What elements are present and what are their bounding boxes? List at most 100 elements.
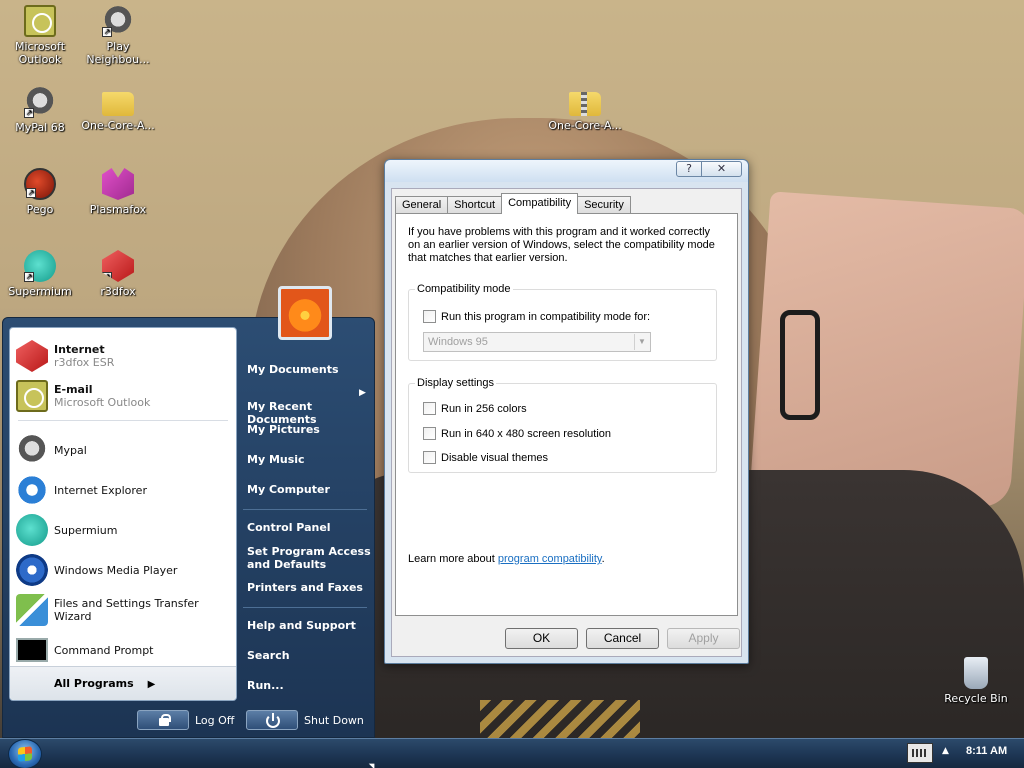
- checkbox[interactable]: [423, 402, 436, 415]
- link-search[interactable]: Search: [247, 649, 290, 662]
- chevron-right-icon: ▶: [359, 388, 366, 398]
- media-player-icon: [16, 554, 48, 586]
- pinned-title: E-mail: [54, 383, 93, 396]
- compat-mode-checkbox[interactable]: [423, 310, 436, 323]
- display-settings-group: Display settings Run in 256 colors Run i…: [408, 377, 717, 473]
- link-control-panel[interactable]: Control Panel: [247, 521, 331, 534]
- recent-item-mypal[interactable]: Mypal: [16, 432, 87, 468]
- folder-icon: [102, 92, 134, 116]
- all-programs-label: All Programs: [54, 677, 134, 690]
- recent-label: Internet Explorer: [54, 483, 147, 497]
- desktop-icon-pego[interactable]: ↗ Pego: [0, 168, 80, 216]
- clock[interactable]: 8:11 AM: [966, 745, 1007, 757]
- r3dfox-icon: [16, 340, 48, 372]
- desktop-icon-plasmafox[interactable]: Plasmafox: [78, 168, 158, 216]
- taskbar: [0, 738, 1024, 768]
- recent-item-media-player[interactable]: Windows Media Player: [16, 552, 177, 588]
- option-640x480[interactable]: Run in 640 x 480 screen resolution: [423, 427, 611, 440]
- desktop-icon-folder[interactable]: One-Core-A...: [78, 86, 158, 132]
- dialog-titlebar[interactable]: ? ✕: [385, 160, 748, 182]
- desktop-icon-supermium[interactable]: ↗ Supermium: [0, 250, 80, 298]
- option-256-colors[interactable]: Run in 256 colors: [423, 402, 527, 415]
- shortcut-arrow-icon: ↗: [24, 108, 34, 118]
- shut-down-button[interactable]: Shut Down: [246, 709, 364, 731]
- shut-down-label: Shut Down: [304, 713, 364, 727]
- group-title: Display settings: [415, 377, 497, 389]
- raccoon-icon: ↗: [24, 86, 56, 118]
- recent-label: Command Prompt: [54, 643, 154, 657]
- tab-security[interactable]: Security: [577, 196, 631, 214]
- start-menu: Internet r3dfox ESR E-mail Microsoft Out…: [2, 317, 375, 738]
- close-button[interactable]: ✕: [702, 161, 742, 177]
- program-compatibility-link[interactable]: program compatibility: [498, 553, 602, 565]
- show-hidden-icons-arrow[interactable]: ▲: [942, 746, 949, 756]
- checkbox-label: Run in 256 colors: [441, 402, 527, 415]
- outlook-icon: [24, 5, 56, 37]
- recent-item-command-prompt[interactable]: Command Prompt: [16, 632, 154, 668]
- dialog-footer: OK Cancel Apply: [392, 628, 741, 650]
- start-menu-programs-pane: Internet r3dfox ESR E-mail Microsoft Out…: [9, 327, 237, 701]
- compatibility-mode-group: Compatibility mode Run this program in c…: [408, 283, 717, 361]
- pinned-item-internet[interactable]: Internet r3dfox ESR: [16, 338, 114, 374]
- properties-dialog: ? ✕ General Shortcut Compatibility Secur…: [384, 159, 749, 664]
- raccoon-icon: ↗: [102, 5, 134, 37]
- link-help-and-support[interactable]: Help and Support: [247, 619, 356, 632]
- keyboard-icon[interactable]: [907, 743, 933, 763]
- internet-explorer-icon: [16, 474, 48, 506]
- recent-item-transfer-wizard[interactable]: Files and Settings Transfer Wizard: [16, 592, 236, 628]
- ok-button[interactable]: OK: [505, 628, 578, 649]
- link-my-documents[interactable]: My Documents: [247, 363, 339, 376]
- all-programs-button[interactable]: All Programs ▶: [10, 666, 236, 700]
- desktop-icon-zip-folder[interactable]: One-Core-A...: [545, 86, 625, 132]
- desktop-icon-label: Play Neighbou...: [86, 40, 150, 66]
- shortcut-arrow-icon: ↗: [26, 188, 36, 198]
- recent-label: Files and Settings Transfer Wizard: [54, 597, 199, 623]
- tab-general[interactable]: General: [395, 196, 449, 214]
- start-button[interactable]: [8, 739, 42, 768]
- link-my-pictures[interactable]: My Pictures: [247, 423, 320, 436]
- desktop-icon-recycle-bin[interactable]: Recycle Bin: [936, 657, 1016, 705]
- recent-item-internet-explorer[interactable]: Internet Explorer: [16, 472, 147, 508]
- link-my-computer[interactable]: My Computer: [247, 483, 330, 496]
- user-picture[interactable]: [278, 286, 332, 340]
- chevron-down-icon: ▼: [634, 334, 649, 350]
- group-title: Compatibility mode: [415, 283, 513, 295]
- recent-item-supermium[interactable]: Supermium: [16, 512, 118, 548]
- link-run[interactable]: Run...: [247, 679, 284, 692]
- compatibility-panel: If you have problems with this program a…: [395, 213, 738, 616]
- cancel-button[interactable]: Cancel: [586, 628, 659, 649]
- tab-shortcut[interactable]: Shortcut: [447, 196, 503, 214]
- option-disable-themes[interactable]: Disable visual themes: [423, 451, 548, 464]
- checkbox[interactable]: [423, 427, 436, 440]
- log-off-button[interactable]: Log Off: [137, 709, 234, 731]
- pinned-title: Internet: [54, 343, 105, 356]
- link-printers-and-faxes[interactable]: Printers and Faxes: [247, 581, 363, 594]
- help-button[interactable]: ?: [676, 161, 702, 177]
- desktop-icon-outlook[interactable]: Microsoft Outlook: [0, 5, 80, 66]
- compat-mode-checkbox-row[interactable]: Run this program in compatibility mode f…: [423, 310, 650, 323]
- os-version-select: Windows 95 ▼: [423, 332, 651, 352]
- desktop-icon-label: Pego: [26, 203, 54, 216]
- pinned-item-email[interactable]: E-mail Microsoft Outlook: [16, 378, 150, 414]
- recent-label: Supermium: [54, 523, 118, 537]
- desktop-icon-mypal[interactable]: ↗ MyPal 68: [0, 86, 80, 134]
- link-set-program-access[interactable]: Set Program Access and Defaults: [247, 545, 371, 571]
- tab-compatibility[interactable]: Compatibility: [501, 193, 579, 214]
- supermium-icon: ↗: [24, 250, 56, 282]
- select-value: Windows 95: [428, 336, 488, 348]
- desktop-icon-label: Plasmafox: [89, 203, 147, 216]
- learn-more-text: Learn more about program compatibility.: [408, 553, 605, 565]
- desktop-icon-label: One-Core-A...: [81, 119, 155, 132]
- command-prompt-icon: [16, 638, 48, 662]
- link-my-music[interactable]: My Music: [247, 453, 305, 466]
- r3dfox-icon: ↗: [102, 250, 134, 282]
- supermium-icon: [16, 514, 48, 546]
- desktop-icon-play-neighbours[interactable]: ↗ Play Neighbou...: [78, 5, 158, 66]
- shortcut-arrow-icon: ↗: [102, 272, 112, 282]
- checkbox[interactable]: [423, 451, 436, 464]
- checkbox-label: Disable visual themes: [441, 451, 548, 464]
- recycle-bin-icon: [964, 657, 988, 689]
- desktop-icon-r3dfox[interactable]: ↗ r3dfox: [78, 250, 158, 298]
- shortcut-arrow-icon: ↗: [24, 272, 34, 282]
- apply-button[interactable]: Apply: [667, 628, 740, 649]
